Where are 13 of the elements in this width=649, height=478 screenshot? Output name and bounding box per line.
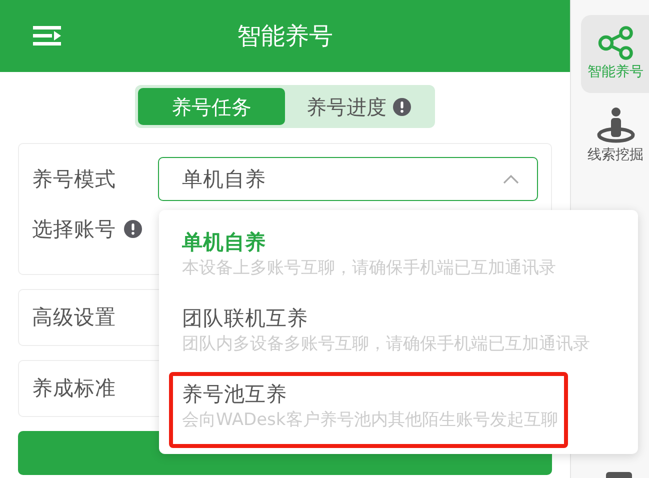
menu-icon[interactable]	[33, 26, 61, 46]
section-label: 养成标准	[32, 375, 116, 402]
field-label: 养号模式	[32, 166, 116, 193]
mode-select[interactable]: 单机自养	[158, 157, 538, 201]
page-title: 智能养号	[237, 21, 333, 52]
caret-icon	[503, 174, 519, 184]
section-label: 高级设置	[32, 304, 116, 332]
tab[interactable]: 养号进度	[285, 88, 432, 125]
select-value: 单机自养	[182, 166, 266, 193]
share-icon	[598, 26, 634, 60]
sidebar-item[interactable]: 线索挖掘	[581, 97, 649, 175]
field-label: 选择账号	[32, 216, 116, 243]
person-icon	[596, 106, 636, 142]
